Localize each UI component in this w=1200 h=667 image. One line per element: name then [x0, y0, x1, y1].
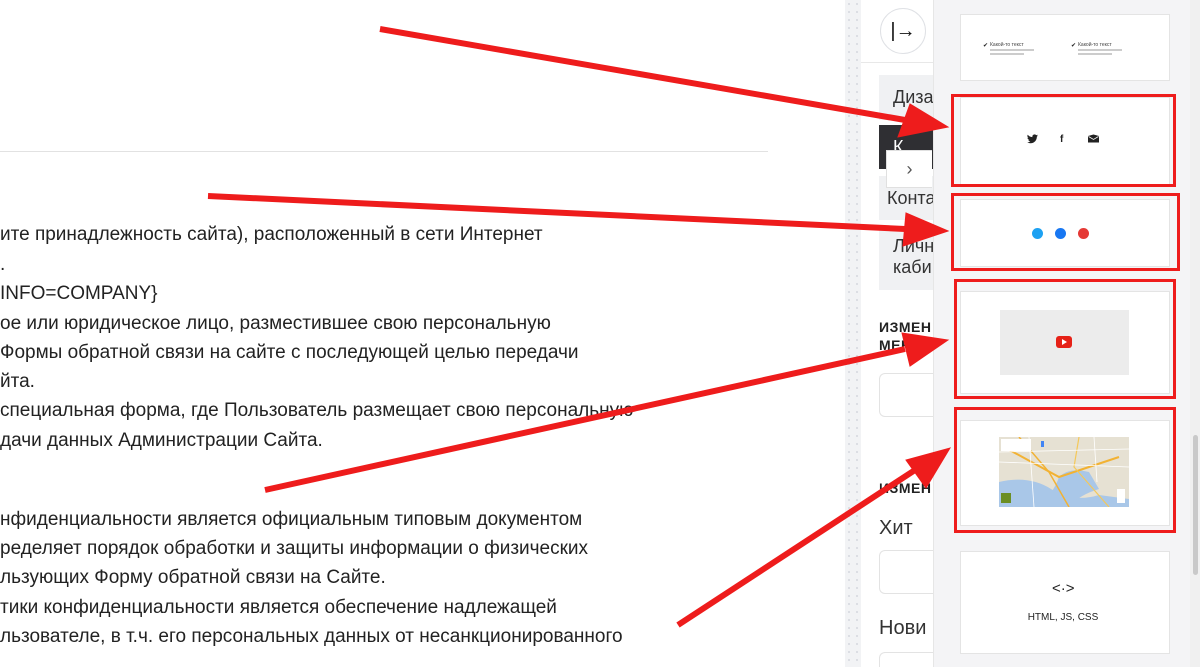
document-line: льзователе, в т.ч. его персональных данн… — [0, 626, 623, 647]
document-line: . — [0, 254, 6, 275]
new-input[interactable] — [879, 652, 939, 667]
field-label-new: Нови — [879, 617, 927, 639]
document-line: льзующих Форму обратной связи на Сайте. — [0, 567, 386, 588]
block-preview-heading: Какой-то текст — [990, 42, 1024, 48]
field-label-hit: Хит — [879, 517, 913, 539]
highlight-frame — [951, 193, 1180, 271]
document-line: тики конфиденциальности является обеспеч… — [0, 597, 557, 618]
chevron-right-icon: › — [906, 158, 913, 179]
block-card-code-label: HTML, JS, CSS — [1027, 612, 1099, 623]
menu-item-cabinet-line: каби — [893, 257, 932, 277]
menu-setting-input[interactable] — [879, 373, 939, 417]
menu-item-design[interactable]: Диза — [879, 75, 933, 120]
hit-input[interactable] — [879, 550, 939, 594]
panel-gutter — [845, 0, 861, 667]
check-icon: ✔ — [983, 43, 989, 49]
highlight-frame — [954, 407, 1176, 533]
expand-menu-button[interactable]: › — [886, 150, 932, 188]
block-preview-text-line — [990, 49, 1034, 51]
section-title-line: МЕНЮ — [879, 337, 927, 353]
picker-scrollbar-thumb[interactable] — [1193, 435, 1198, 575]
menu-item-cabinet[interactable]: Личн каби — [879, 228, 933, 290]
block-preview-text-line — [1078, 49, 1122, 51]
document-line: ите принадлежность сайта), расположенный… — [0, 224, 543, 245]
section-title-line: ИЗМЕН — [879, 319, 932, 335]
block-card-code[interactable] — [960, 551, 1170, 654]
document-line: йта. — [0, 371, 35, 392]
document-line: INFO=COMPANY} — [0, 283, 158, 304]
document-divider — [0, 151, 768, 152]
highlight-frame — [951, 94, 1176, 187]
block-preview-text-line — [990, 53, 1024, 55]
check-icon: ✔ — [1071, 43, 1077, 49]
document-line: нфиденциальности является официальным ти… — [0, 509, 583, 530]
block-preview-text-line — [1078, 53, 1112, 55]
document-line: дачи данных Администрации Сайта. — [0, 430, 323, 451]
section-title-labels: ИЗМЕН — [879, 480, 932, 496]
block-preview-heading: Какой-то текст — [1078, 42, 1112, 48]
menu-item-cabinet-line: Личн — [893, 236, 933, 256]
highlight-frame — [954, 279, 1176, 399]
document-line: ое или юридическое лицо, разместившее св… — [0, 313, 551, 334]
document-line: Формы обратной связи на сайте с последую… — [0, 342, 579, 363]
panel-divider — [861, 62, 933, 63]
document-line: ределяет порядок обработки и защиты инфо… — [0, 538, 589, 559]
collapse-panel-button[interactable]: |→ — [880, 8, 926, 54]
collapse-arrow-icon: |→ — [890, 19, 916, 42]
code-icon: <·> — [1052, 580, 1075, 597]
document-line: специальная форма, где Пользователь разм… — [0, 400, 634, 421]
document-area: ите принадлежность сайта), расположенный… — [0, 0, 845, 667]
section-title-menu: ИЗМЕН МЕНЮ — [879, 318, 933, 354]
